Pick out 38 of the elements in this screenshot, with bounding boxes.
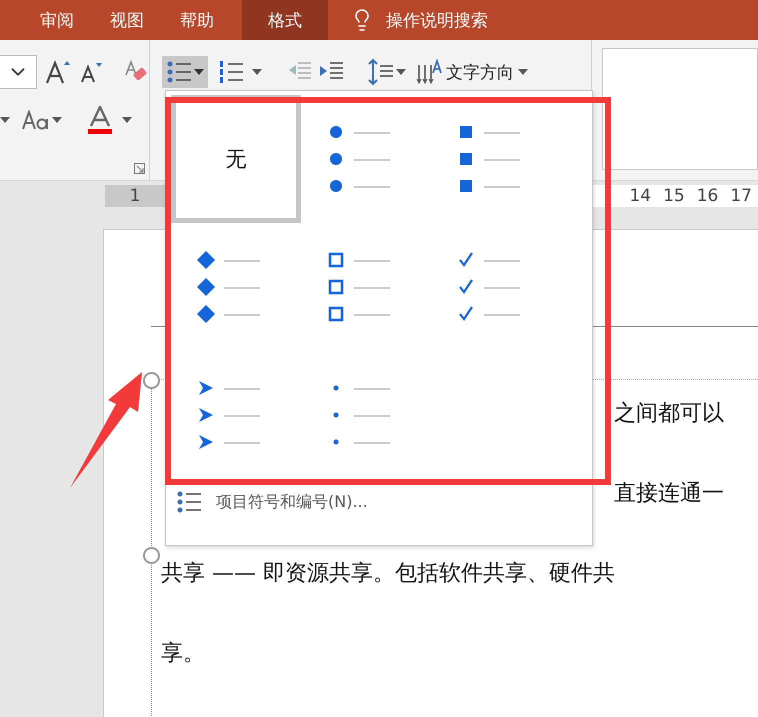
bullets-and-numbering-item[interactable]: 项目符号和编号(N)... bbox=[176, 489, 368, 515]
bullet-list-icon bbox=[176, 489, 202, 515]
text-direction-icon bbox=[416, 59, 442, 85]
ruler-number: 15 bbox=[663, 186, 685, 206]
bullets-button[interactable] bbox=[162, 56, 208, 88]
caret-icon bbox=[518, 69, 528, 75]
caret-icon bbox=[122, 117, 132, 123]
case-icon bbox=[22, 110, 50, 130]
grow-font-icon[interactable] bbox=[45, 59, 71, 85]
ruler-number: 16 bbox=[696, 186, 718, 206]
ruler-number: 1 bbox=[105, 185, 165, 207]
font-size-dropdown[interactable] bbox=[0, 55, 37, 89]
bullet-list-icon bbox=[166, 59, 192, 85]
ribbon-tab[interactable]: 审阅 bbox=[22, 0, 92, 40]
numbered-list-icon bbox=[218, 59, 244, 85]
body-text: 享。 bbox=[161, 640, 205, 668]
body-text: 直接连通一 bbox=[614, 480, 724, 508]
resize-handle[interactable] bbox=[143, 547, 160, 564]
caret-icon bbox=[396, 69, 406, 75]
caret-icon bbox=[0, 117, 10, 123]
ribbon-tab[interactable]: 视图 bbox=[92, 0, 162, 40]
caret-icon bbox=[194, 69, 204, 75]
text-direction-button[interactable]: 文字方向 bbox=[416, 59, 528, 85]
caret-icon bbox=[52, 117, 62, 123]
ribbon-tab[interactable]: 格式 bbox=[242, 0, 328, 40]
ruler-number: 17 bbox=[730, 186, 752, 206]
font-color-icon bbox=[88, 106, 112, 134]
shrink-font-icon[interactable] bbox=[79, 60, 103, 84]
ruler-number: 14 bbox=[629, 186, 652, 206]
shapes-gallery[interactable] bbox=[602, 48, 758, 170]
dialog-launcher-icon[interactable] bbox=[134, 163, 145, 174]
resize-handle[interactable] bbox=[143, 372, 160, 389]
body-text: 之间都可以 bbox=[614, 400, 724, 428]
ribbon-tab[interactable]: 帮助 bbox=[162, 0, 232, 40]
body-text: 共享 —— 即资源共享。包括软件共享、硬件共 bbox=[161, 560, 615, 588]
line-spacing-icon bbox=[368, 58, 394, 86]
tell-me-search[interactable]: 操作说明搜索 bbox=[386, 8, 488, 32]
caret-icon bbox=[252, 69, 262, 75]
